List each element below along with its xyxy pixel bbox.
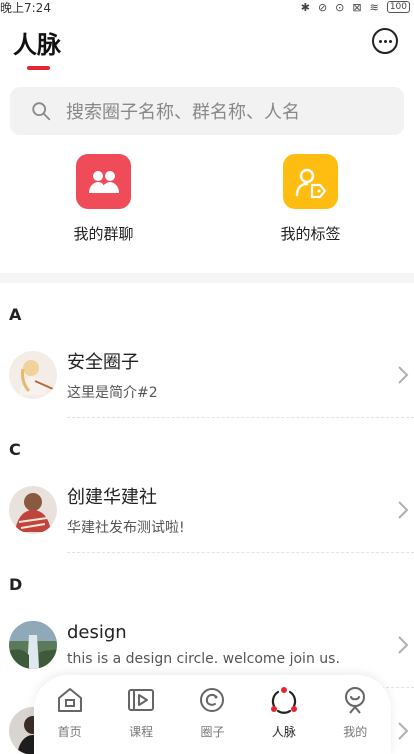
circle-name: 安全圈子 xyxy=(67,351,139,373)
more-dot xyxy=(388,39,392,43)
chevron-right-icon xyxy=(398,501,409,519)
tab-label: 课程 xyxy=(129,725,154,739)
course-icon xyxy=(128,689,155,711)
search-placeholder: 搜索圈子名称、群名称、人名 xyxy=(66,102,300,123)
top-area: 晚上7:24 ✱ ⊘ ⊙ ⊠ ≋ 100 人脉 搜索圈子名称、群名称、人名 我的… xyxy=(0,0,414,273)
circle-icon xyxy=(200,688,225,712)
chevron-right-icon xyxy=(398,636,409,654)
search-icon xyxy=(32,102,51,121)
list-item-body: 安全圈子 这里是简介#2 xyxy=(67,332,414,418)
tab-label: 人脉 xyxy=(271,725,296,739)
more-dot xyxy=(378,39,382,43)
list-item[interactable]: 创建华建社 华建社发布测试啦! xyxy=(0,467,414,553)
list-item-body: 创建华建社 华建社发布测试啦! xyxy=(67,467,414,553)
section-header-a: A xyxy=(0,283,414,332)
shortcuts: 我的群聊 我的标签 xyxy=(0,135,414,273)
bottom-tab-bar: 首页 课程 圈子 人脉 我的 xyxy=(34,675,391,754)
my-tags-button[interactable]: 我的标签 xyxy=(207,154,414,273)
home-icon xyxy=(57,688,82,712)
avatar xyxy=(9,486,57,534)
sim-icon: ⊠ xyxy=(352,0,362,14)
circle-name: design xyxy=(67,622,127,643)
group-chat-icon xyxy=(76,154,131,209)
circle-intro: 这里是简介#2 xyxy=(67,384,158,401)
tab-label: 圈子 xyxy=(200,725,225,739)
section-header-c: C xyxy=(0,418,414,467)
tab-label: 我的 xyxy=(343,725,368,739)
shortcut-label: 我的标签 xyxy=(280,225,341,243)
status-icons: ✱ ⊘ ⊙ ⊠ ≋ 100 xyxy=(301,1,410,14)
tab-label: 首页 xyxy=(57,725,82,739)
avatar xyxy=(9,351,57,399)
tab-home[interactable]: 首页 xyxy=(40,685,100,754)
connections-icon xyxy=(270,687,297,714)
chevron-right-icon xyxy=(398,722,409,740)
circle-intro: this is a design circle. welcome join us… xyxy=(67,651,340,667)
avatar xyxy=(9,621,57,669)
my-group-chats-button[interactable]: 我的群聊 xyxy=(0,154,207,273)
page-title: 人脉 xyxy=(13,30,61,59)
status-bar: 晚上7:24 ✱ ⊘ ⊙ ⊠ ≋ 100 xyxy=(0,0,414,15)
bluetooth-icon: ✱ xyxy=(300,0,310,14)
silent-icon: ⊘ xyxy=(317,0,328,14)
more-button[interactable] xyxy=(372,28,398,54)
wifi-icon: ≋ xyxy=(369,0,379,14)
tag-icon xyxy=(283,154,338,209)
profile-icon xyxy=(345,687,366,714)
tab-course[interactable]: 课程 xyxy=(111,685,171,754)
search-input[interactable]: 搜索圈子名称、群名称、人名 xyxy=(10,87,404,135)
chevron-right-icon xyxy=(398,366,409,384)
section-header-d: D xyxy=(0,553,414,602)
circle-name: 创建华建社 xyxy=(67,486,157,508)
title-underline xyxy=(27,66,50,70)
list-item[interactable]: 安全圈子 这里是简介#2 xyxy=(0,332,414,418)
circle-intro: 华建社发布测试啦! xyxy=(67,519,185,536)
alarm-icon: ⊙ xyxy=(335,0,345,14)
battery-icon: 100 xyxy=(386,1,410,13)
tab-connections[interactable]: 人脉 xyxy=(254,685,314,754)
tab-profile[interactable]: 我的 xyxy=(325,685,385,754)
tab-circle[interactable]: 圈子 xyxy=(182,685,242,754)
shortcut-label: 我的群聊 xyxy=(73,225,134,243)
header: 人脉 xyxy=(0,14,414,74)
more-dot xyxy=(383,39,387,43)
